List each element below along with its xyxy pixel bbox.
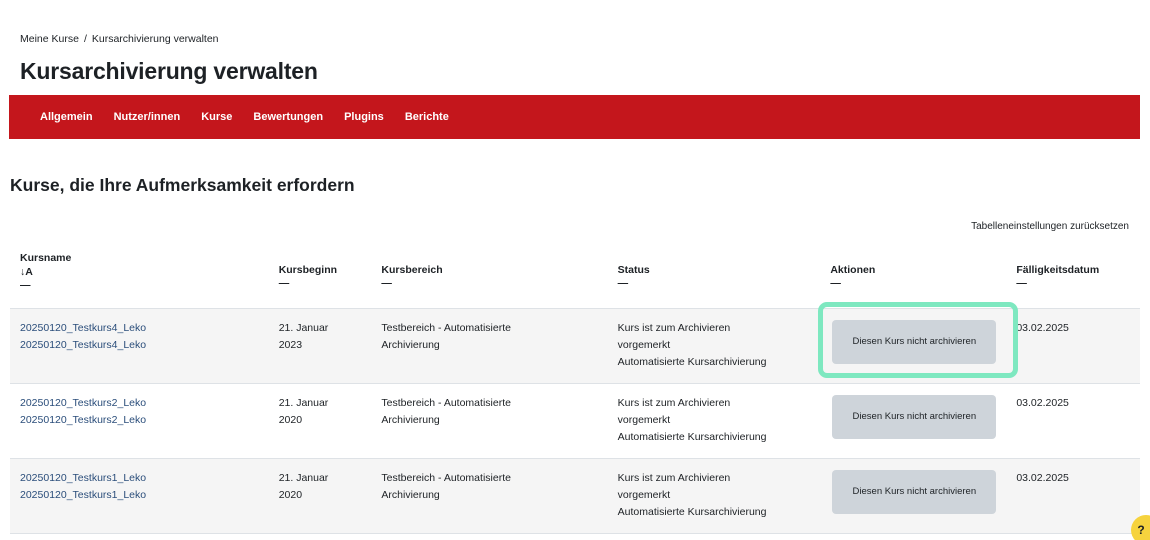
status-source: Automatisierte Kursarchivierung [617, 355, 767, 368]
status-text: vorgemerkt [617, 413, 671, 426]
page-title: Kursarchivierung verwalten [20, 58, 318, 84]
header-kursname-label: Kursname [20, 252, 72, 264]
status-text: Kurs ist zum Archivieren [617, 321, 731, 334]
do-not-archive-button[interactable]: Diesen Kurs nicht archivieren [832, 469, 997, 514]
header-aktionen-label: Aktionen [830, 264, 876, 276]
collapse-column-icon[interactable]: — [618, 278, 811, 289]
header-faelligkeitsdatum-label: Fälligkeitsdatum [1016, 264, 1100, 276]
status-source: Automatisierte Kursarchivierung [617, 505, 767, 518]
status-text: Kurs ist zum Archivieren [617, 396, 731, 409]
course-link[interactable]: 20250120_Testkurs2_Leko [20, 395, 259, 412]
nav-item-nutzer-innen[interactable]: Nutzer/innen [114, 111, 181, 123]
cell-kursbeginn: 21. Januar 2020 [269, 383, 372, 458]
cell-faelligkeitsdatum: 03.02.2025 [1016, 321, 1069, 334]
status-text: vorgemerkt [617, 338, 671, 351]
nav-item-kurse[interactable]: Kurse [201, 111, 232, 123]
cell-kursname: 20250120_Testkurs1_Leko 20250120_Testkur… [10, 458, 269, 533]
nav-item-allgemein[interactable]: Allgemein [40, 111, 93, 123]
status-text: Kurs ist zum Archivieren [617, 471, 731, 484]
do-not-archive-button[interactable]: Diesen Kurs nicht archivieren [832, 394, 997, 439]
secondary-navigation: Allgemein Nutzer/innen Kurse Bewertungen… [9, 95, 1140, 139]
header-kursbereich[interactable]: Kursbereich — [371, 246, 608, 309]
status-source: Automatisierte Kursarchivierung [617, 430, 767, 443]
breadcrumb-meine-kurse[interactable]: Meine Kurse [20, 33, 79, 45]
header-kursbeginn-label: Kursbeginn [278, 264, 338, 276]
start-date: 21. Januar [278, 321, 329, 334]
course-link[interactable]: 20250120_Testkurs2_Leko [20, 412, 259, 429]
category-text: Testbereich - Automatisierte [381, 396, 511, 409]
do-not-archive-button[interactable]: Diesen Kurs nicht archivieren [832, 319, 997, 364]
start-date: 21. Januar [278, 396, 329, 409]
cell-kursbereich: Testbereich - Automatisierte Archivierun… [371, 383, 607, 458]
table-header-row: Kursname ↓A — Kursbeginn — Kursbereich —… [10, 246, 1140, 309]
category-text: Archivierung [381, 488, 440, 501]
breadcrumb: Meine Kurse / Kursarchivierung verwalten [20, 33, 219, 45]
cell-kursname: 20250120_Testkurs4_Leko 20250120_Testkur… [10, 308, 269, 383]
table-row: 20250120_Testkurs1_Leko 20250120_Testkur… [10, 458, 1140, 533]
cell-aktionen: Diesen Kurs nicht archivieren [820, 458, 1006, 533]
cell-aktionen: Diesen Kurs nicht archivieren [820, 308, 1006, 383]
cell-kursbeginn: 21. Januar 2023 [269, 308, 372, 383]
header-faelligkeitsdatum[interactable]: Fälligkeitsdatum — [1006, 246, 1140, 309]
category-text: Archivierung [381, 338, 440, 351]
collapse-column-icon[interactable]: — [830, 278, 996, 289]
sort-ascending-icon[interactable]: ↓A [20, 266, 259, 278]
status-text: vorgemerkt [617, 488, 671, 501]
header-kursname[interactable]: Kursname ↓A — [10, 246, 269, 309]
table-row: 20250120_Testkurs2_Leko 20250120_Testkur… [10, 383, 1140, 458]
cell-status: Kurs ist zum Archivieren vorgemerkt Auto… [608, 458, 821, 533]
nav-item-berichte[interactable]: Berichte [405, 111, 449, 123]
start-year: 2020 [278, 413, 303, 426]
start-date: 21. Januar [278, 471, 329, 484]
course-link[interactable]: 20250120_Testkurs1_Leko [20, 487, 259, 504]
cell-aktionen: Diesen Kurs nicht archivieren [820, 383, 1006, 458]
breadcrumb-separator: / [83, 33, 87, 45]
collapse-column-icon[interactable]: — [381, 278, 597, 289]
cell-status: Kurs ist zum Archivieren vorgemerkt Auto… [608, 308, 821, 383]
courses-table: Kursname ↓A — Kursbeginn — Kursbereich —… [10, 246, 1140, 534]
cell-status: Kurs ist zum Archivieren vorgemerkt Auto… [608, 383, 821, 458]
header-aktionen[interactable]: Aktionen — [820, 246, 1007, 309]
reset-table-preferences-link[interactable]: Tabelleneinstellungen zurücksetzen [971, 221, 1129, 232]
collapse-column-icon[interactable]: — [20, 280, 259, 291]
category-text: Testbereich - Automatisierte [381, 321, 511, 334]
section-title: Kurse, die Ihre Aufmerksamkeit erfordern [10, 175, 355, 195]
table-row: 20250120_Testkurs4_Leko 20250120_Testkur… [10, 308, 1140, 383]
course-link[interactable]: 20250120_Testkurs1_Leko [20, 470, 259, 487]
collapse-column-icon[interactable]: — [1016, 278, 1130, 289]
cell-kursname: 20250120_Testkurs2_Leko 20250120_Testkur… [10, 383, 269, 458]
course-link[interactable]: 20250120_Testkurs4_Leko [20, 337, 259, 354]
header-kursbeginn[interactable]: Kursbeginn — [268, 246, 372, 309]
nav-item-bewertungen[interactable]: Bewertungen [253, 111, 323, 123]
cell-faelligkeitsdatum: 03.02.2025 [1016, 396, 1069, 409]
breadcrumb-current[interactable]: Kursarchivierung verwalten [92, 33, 219, 45]
category-text: Archivierung [381, 413, 440, 426]
cell-kursbereich: Testbereich - Automatisierte Archivierun… [371, 458, 607, 533]
cell-faelligkeitsdatum: 03.02.2025 [1016, 471, 1069, 484]
start-year: 2023 [278, 338, 303, 351]
cell-kursbeginn: 21. Januar 2020 [269, 458, 372, 533]
header-status[interactable]: Status — [607, 246, 821, 309]
course-link[interactable]: 20250120_Testkurs4_Leko [20, 320, 259, 337]
header-kursbereich-label: Kursbereich [381, 264, 443, 276]
collapse-column-icon[interactable]: — [279, 278, 362, 289]
header-status-label: Status [617, 264, 650, 276]
start-year: 2020 [278, 488, 303, 501]
category-text: Testbereich - Automatisierte [381, 471, 511, 484]
cell-kursbereich: Testbereich - Automatisierte Archivierun… [371, 308, 607, 383]
nav-item-plugins[interactable]: Plugins [344, 111, 384, 123]
